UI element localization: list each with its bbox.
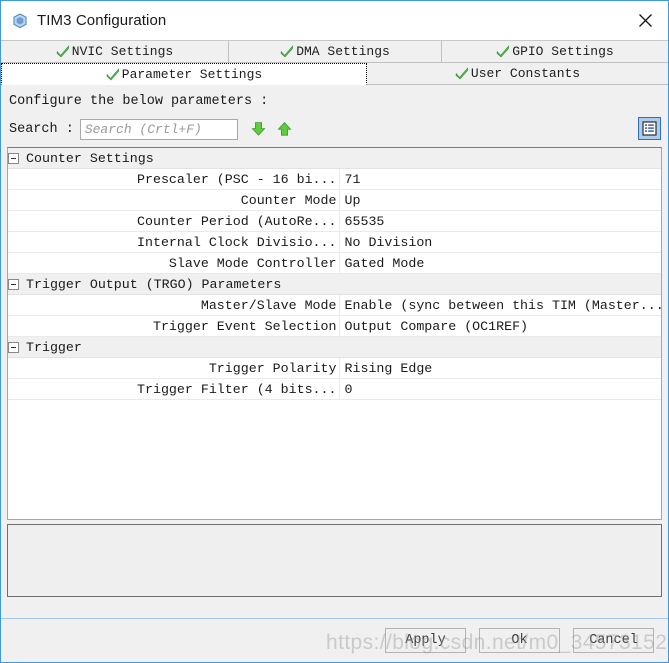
table-row[interactable]: Trigger Event Selection Output Compare (… (8, 315, 662, 337)
param-name: Internal Clock Divisio... (137, 234, 337, 250)
configure-instruction: Configure the below parameters : (9, 94, 269, 109)
param-value[interactable]: Gated Mode (340, 256, 662, 271)
table-group-header[interactable]: Trigger Output (TRGO) Parameters (8, 273, 661, 295)
apply-button[interactable]: Apply (385, 628, 466, 653)
param-name: Master/Slave Mode (200, 297, 337, 313)
tab-nvic-settings[interactable]: NVIC Settings (1, 41, 229, 63)
tab-row-secondary: Parameter Settings User Constants (1, 63, 668, 85)
param-name: Trigger Filter (4 bits... (137, 381, 337, 397)
collapse-toggle-icon[interactable] (8, 278, 19, 290)
tab-parameter-settings[interactable]: Parameter Settings (1, 63, 367, 85)
table-row[interactable]: Counter Mode Up (8, 189, 662, 211)
tab-label: DMA Settings (296, 44, 390, 59)
table-row[interactable]: Trigger Filter (4 bits... 0 (8, 378, 662, 400)
page-title: TIM3 Configuration (37, 12, 167, 29)
parameter-description-panel (7, 524, 662, 597)
check-icon (106, 67, 120, 81)
check-icon (56, 45, 70, 58)
title-bar: TIM3 Configuration (1, 1, 668, 40)
cancel-button[interactable]: Cancel (573, 628, 654, 653)
check-icon (280, 45, 294, 58)
arrow-up-icon[interactable] (276, 120, 294, 138)
cube-icon (11, 12, 29, 30)
table-row[interactable]: Trigger Polarity Rising Edge (8, 357, 662, 379)
tim3-configuration-window: TIM3 Configuration NVIC Settings DMA Set… (0, 0, 669, 663)
list-view-icon[interactable] (638, 117, 661, 140)
group-title: Counter Settings (26, 150, 154, 166)
tab-row-primary: NVIC Settings DMA Settings GPIO Settings (1, 41, 668, 63)
table-group-header[interactable]: Trigger (8, 336, 661, 358)
dialog-footer: Apply Ok Cancel (1, 618, 668, 662)
param-name: Trigger Event Selection (152, 318, 337, 334)
tab-label: GPIO Settings (512, 44, 614, 59)
param-value[interactable]: 71 (340, 172, 662, 187)
table-row[interactable]: Prescaler (PSC - 16 bi... 71 (8, 168, 662, 190)
tab-label: Parameter Settings (121, 66, 263, 82)
table-group-header[interactable]: Counter Settings (8, 148, 661, 169)
close-icon (638, 13, 653, 28)
param-name: Trigger Polarity (208, 360, 337, 376)
collapse-toggle-icon[interactable] (8, 152, 19, 164)
search-row: Search : (7, 114, 662, 144)
tab-bar: NVIC Settings DMA Settings GPIO Settings (1, 40, 668, 85)
param-value[interactable]: Up (340, 193, 662, 208)
param-name: Prescaler (PSC - 16 bi... (137, 171, 337, 187)
parameter-settings-panel: Configure the below parameters : Search … (1, 85, 668, 618)
search-label: Search : (9, 121, 74, 137)
close-button[interactable] (622, 1, 668, 39)
table-row[interactable]: Slave Mode Controller Gated Mode (8, 252, 662, 274)
ok-button[interactable]: Ok (479, 628, 560, 653)
table-row[interactable]: Internal Clock Divisio... No Division (8, 231, 662, 253)
collapse-toggle-icon[interactable] (8, 341, 19, 353)
param-value[interactable]: Output Compare (OC1REF) (340, 319, 662, 334)
tab-label: User Constants (470, 66, 581, 81)
param-name: Slave Mode Controller (168, 255, 337, 271)
check-icon (496, 45, 510, 58)
arrow-down-icon[interactable] (250, 120, 268, 138)
tab-label: NVIC Settings (71, 44, 174, 59)
parameter-table[interactable]: Counter Settings Prescaler (PSC - 16 bi.… (7, 147, 662, 520)
tab-gpio-settings[interactable]: GPIO Settings (442, 41, 668, 63)
tab-user-constants[interactable]: User Constants (367, 63, 668, 85)
check-icon (455, 67, 469, 80)
param-value[interactable]: Rising Edge (340, 361, 662, 376)
search-input[interactable] (79, 118, 238, 140)
param-value[interactable]: 65535 (340, 214, 662, 229)
group-title: Trigger Output (TRGO) Parameters (26, 276, 282, 292)
table-row[interactable]: Counter Period (AutoRe... 65535 (8, 210, 662, 232)
param-name: Counter Period (AutoRe... (137, 213, 337, 229)
param-value[interactable]: Enable (sync between this TIM (Master... (340, 298, 662, 313)
param-value[interactable]: No Division (340, 235, 662, 250)
table-row[interactable]: Master/Slave Mode Enable (sync between t… (8, 294, 662, 316)
param-name: Counter Mode (240, 192, 337, 208)
group-title: Trigger (26, 339, 82, 355)
tab-dma-settings[interactable]: DMA Settings (229, 41, 442, 63)
param-value[interactable]: 0 (340, 382, 662, 397)
